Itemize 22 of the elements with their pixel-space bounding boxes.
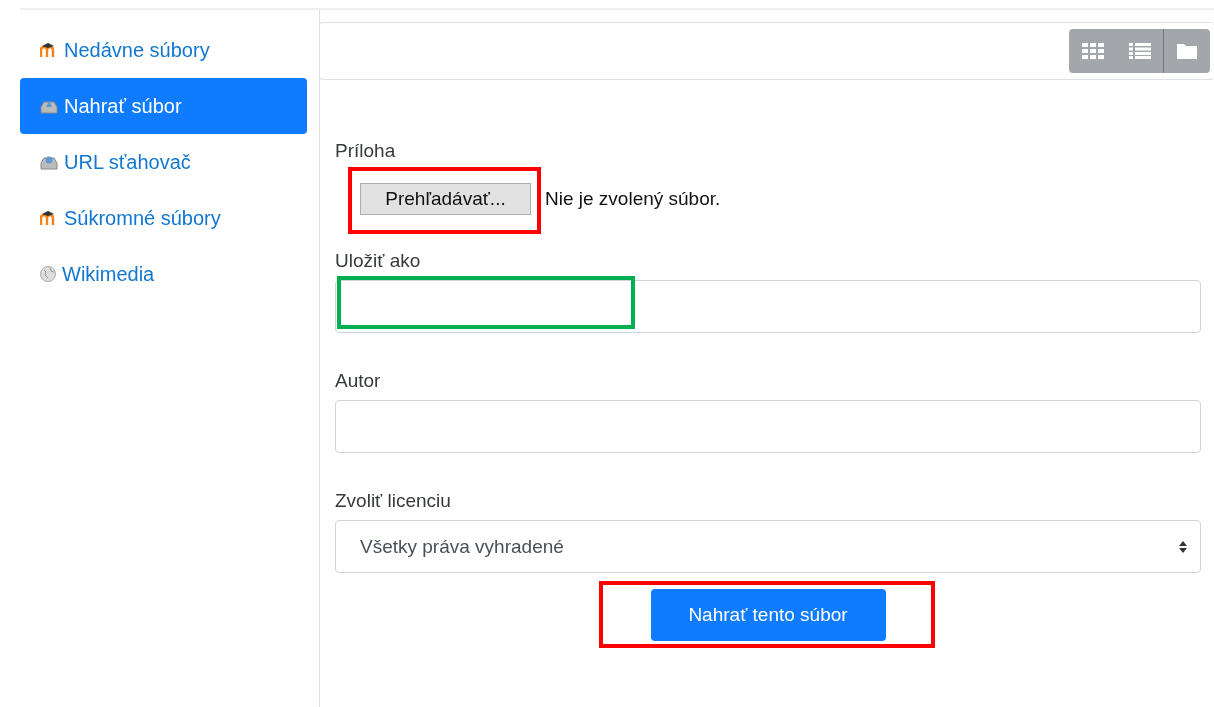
file-status: Nie je zvolený súbor. [545,188,721,210]
inbox-icon [40,154,58,170]
sidebar-item[interactable]: Wikimedia [20,246,307,302]
sidebar-item[interactable]: Súkromné súbory [20,190,307,246]
field-label: Zvoliť licenciu [335,490,452,512]
inbox-icon [40,98,58,114]
sidebar-item[interactable]: Nahrať súbor [20,78,307,134]
field-label: Uložiť ako [335,250,422,272]
sort-caret-icon [1178,539,1188,554]
input-field[interactable] [335,280,1201,333]
license-select[interactable]: Všetky práva vyhradené [335,520,1201,573]
grid-icon [1081,43,1104,59]
input-field[interactable] [335,400,1201,453]
upload-button[interactable]: Nahrať tento súbor [650,589,886,641]
field-label: Príloha [335,140,397,162]
sidebar-item[interactable]: URL sťahovač [20,134,307,190]
list-icon [1128,43,1151,59]
sidebar-item[interactable]: Nedávne súbory [20,22,307,78]
folder-icon [1177,43,1197,59]
globe-icon [40,266,56,282]
field-label: Autor [335,370,382,392]
browse-button[interactable]: Prehľadávať... [360,183,531,215]
